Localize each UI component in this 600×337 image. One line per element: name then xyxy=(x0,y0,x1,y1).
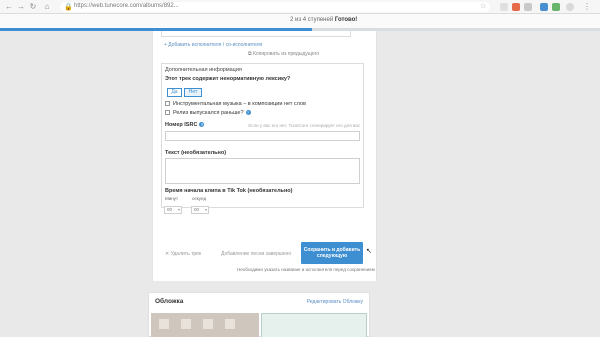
isrc-hint: Если у вас его нет, TuneCore сгенерирует… xyxy=(248,123,360,128)
help-icon[interactable]: ? xyxy=(199,122,205,128)
instrumental-row[interactable]: Инструментальная музыка – в композиции н… xyxy=(165,101,306,107)
released-before-row[interactable]: Релиз выпускался раньше?? xyxy=(165,110,251,116)
extension-icon[interactable] xyxy=(540,3,548,11)
lyrics-label: Текст (необязательно) xyxy=(165,150,227,156)
released-before-checkbox[interactable] xyxy=(165,110,170,116)
copy-icon: ⧉ xyxy=(248,51,252,57)
copy-previous-link[interactable]: ⧉ Копировать из предыдущего xyxy=(248,51,319,57)
seconds-label: секунд xyxy=(192,196,207,201)
chevron-down-icon: ▾ xyxy=(204,207,207,212)
progress-label: 2 из 4 ступеней Готово! xyxy=(290,17,358,23)
profile-avatar[interactable] xyxy=(566,3,574,11)
explicit-yes-button[interactable]: Да xyxy=(167,88,182,97)
home-icon[interactable]: ⌂ xyxy=(42,2,52,12)
extension-icon[interactable] xyxy=(512,3,520,11)
save-and-add-next-button[interactable]: Сохранить и добавить следующую xyxy=(301,242,363,264)
extension-icon[interactable] xyxy=(524,3,532,11)
instrumental-checkbox[interactable] xyxy=(165,101,170,107)
cover-image-detail xyxy=(203,319,213,329)
artist-field[interactable] xyxy=(161,31,351,37)
edit-cover-link[interactable]: Редактировать Обложку xyxy=(307,299,363,305)
menu-icon[interactable]: ⋮ xyxy=(582,2,592,12)
tiktok-label: Время начала клипа в Tik Tok (необязател… xyxy=(165,188,293,194)
back-icon[interactable]: ← xyxy=(4,2,14,12)
cover-image-detail xyxy=(181,319,191,329)
reload-icon[interactable]: ↻ xyxy=(28,2,38,12)
track-form-panel: + Добавить исполнителя / со-исполнителя … xyxy=(152,31,377,281)
resize-grip-icon[interactable]: ⋰ xyxy=(353,177,358,182)
delete-track-link[interactable]: ✕ Удалить трек xyxy=(165,251,201,257)
close-icon: ✕ xyxy=(165,251,170,257)
chevron-down-icon: ▾ xyxy=(177,207,180,212)
lyrics-textarea[interactable]: ⋰ xyxy=(165,158,360,184)
cover-image-detail xyxy=(159,319,169,329)
seconds-select[interactable]: 00 ▾ xyxy=(191,206,209,214)
bookmark-star-icon[interactable]: ☆ xyxy=(480,2,486,10)
explicit-question: Этот трек содержит ненормативную лексику… xyxy=(165,76,291,82)
isrc-label: Номер ISRC? xyxy=(165,122,205,128)
cover-image xyxy=(151,313,259,337)
save-note: Необходимо указать название и исполнител… xyxy=(237,267,375,272)
isrc-input[interactable] xyxy=(165,131,360,141)
section-title: Дополнительная информация xyxy=(165,67,242,73)
url-text: https://web.tunecore.com/albums/892... xyxy=(74,3,179,9)
cover-image-detail xyxy=(225,319,235,329)
finish-adding-link[interactable]: Добавление песни завершено xyxy=(221,251,291,257)
extension-icon[interactable] xyxy=(500,3,508,11)
minutes-select[interactable]: 00 ▾ xyxy=(164,206,182,214)
forward-icon[interactable]: → xyxy=(16,2,26,12)
minutes-label: Минут xyxy=(165,196,179,201)
cover-panel: Обложка Редактировать Обложку xyxy=(148,292,370,337)
additional-info-section: Дополнительная информация Этот трек соде… xyxy=(161,63,364,208)
browser-toolbar: ← → ↻ ⌂ 🔒 https://web.tunecore.com/album… xyxy=(0,0,600,14)
address-bar[interactable]: 🔒 https://web.tunecore.com/albums/892... xyxy=(60,2,490,12)
cover-upload-area[interactable] xyxy=(261,313,367,337)
cover-title: Обложка xyxy=(155,298,184,305)
mouse-cursor-icon: ↖ xyxy=(366,248,372,255)
explicit-no-button[interactable]: Нет xyxy=(184,88,202,97)
extension-icon[interactable] xyxy=(552,3,560,11)
lock-icon: 🔒 xyxy=(64,4,73,11)
help-icon[interactable]: ? xyxy=(245,110,251,116)
add-artist-link[interactable]: + Добавить исполнителя / со-исполнителя xyxy=(164,42,262,48)
